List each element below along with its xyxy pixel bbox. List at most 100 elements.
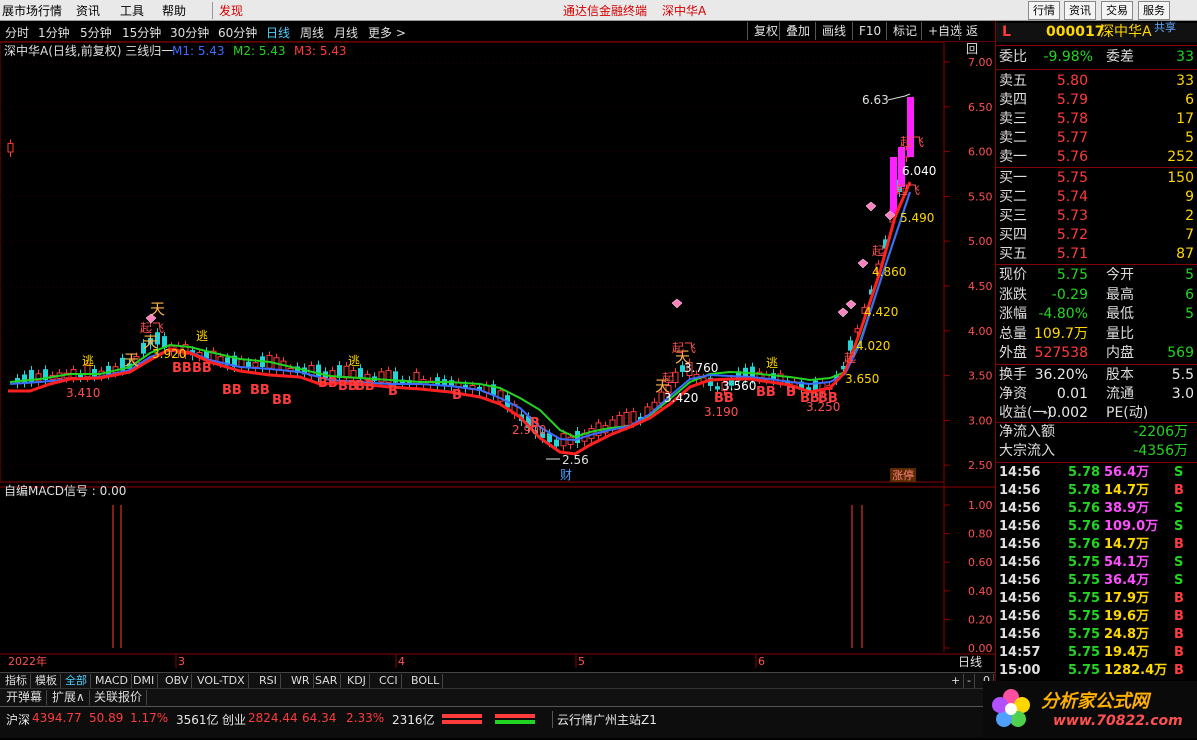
period-more[interactable]: 更多 >	[368, 24, 406, 41]
tick-time: 14:56	[999, 573, 1041, 588]
top-news-button[interactable]: 资讯	[1064, 1, 1096, 20]
stat-row: 外盘 527538 内盘 569	[996, 344, 1197, 363]
server-label[interactable]: 云行情广州主站Z1	[552, 711, 657, 728]
ask-row: 卖四 5.79 6	[996, 91, 1197, 110]
ask-label: 卖三	[999, 111, 1027, 127]
tick-row: 14:56 5.78 14.7万 B	[996, 482, 1197, 500]
menu-market[interactable]: 展市场行情	[2, 2, 62, 19]
indicator-tab-1[interactable]: 模板	[32, 674, 61, 688]
danmaku-button[interactable]: 开弹幕	[2, 690, 48, 705]
tick-volume: 19.6万	[1104, 609, 1150, 624]
related-quote-button[interactable]: 关联报价	[90, 690, 148, 705]
period-15min[interactable]: 15分钟	[122, 24, 161, 41]
bid-label: 买五	[999, 246, 1027, 262]
stat-label: 涨跌	[999, 286, 1027, 303]
menu-news[interactable]: 资讯	[76, 2, 100, 19]
price-axis-label: 6.00	[968, 146, 993, 159]
buy-signal-marker: B	[282, 393, 292, 408]
sub-chart-axis: 1.00 0.80 0.60 0.40 0.20 0.00	[944, 499, 993, 655]
f10-button[interactable]: F10	[852, 22, 887, 40]
top-quote-button[interactable]: 行情	[1028, 1, 1060, 20]
tick-row: 14:56 5.76 14.7万 B	[996, 536, 1197, 554]
period-5min[interactable]: 5分钟	[80, 24, 112, 41]
share-label[interactable]: 共享	[1154, 18, 1176, 37]
gem-icon	[671, 298, 683, 309]
mark-button[interactable]: 标记	[886, 22, 923, 40]
period-60min[interactable]: 60分钟	[218, 24, 257, 41]
period-30min[interactable]: 30分钟	[170, 24, 209, 41]
weicha-label: 委差	[1106, 49, 1134, 65]
price-axis-label: 3.50	[968, 370, 993, 383]
bid-row: 买二 5.74 9	[996, 188, 1197, 207]
stat-label: 量比	[1106, 325, 1134, 342]
overlay-button[interactable]: 叠加	[779, 22, 816, 40]
indicator-tab-0[interactable]: 指标	[2, 674, 31, 688]
indicator-tab-7[interactable]: RSI	[256, 674, 281, 688]
quote-header: L 000017 深中华A 共享	[996, 21, 1197, 42]
tick-price: 5.78	[1068, 483, 1101, 498]
tick-volume: 24.8万	[1104, 627, 1150, 642]
indicator-tab-8[interactable]: WR	[288, 674, 314, 688]
back-button[interactable]: 返回	[959, 22, 995, 56]
menu-discover[interactable]: 发现	[212, 2, 243, 19]
ask-price: 5.77	[1056, 130, 1088, 146]
tab-control-button[interactable]: -	[964, 674, 975, 688]
flow-value: -2206万	[1133, 424, 1188, 440]
menu-tools[interactable]: 工具	[120, 2, 144, 19]
period-toolbar: 分时 1分钟 5分钟 15分钟 30分钟 60分钟 日线 周线 月线 更多 > …	[0, 21, 995, 56]
start-marker: 起	[872, 244, 884, 258]
stat-value: 5.5	[1171, 367, 1194, 383]
sh-change: 50.89	[89, 711, 124, 725]
tick-direction: B	[1174, 483, 1184, 498]
tick-volume: 54.1万	[1104, 555, 1150, 570]
tick-row: 14:56 5.76 109.0万 S	[996, 518, 1197, 536]
indicator-tab-9[interactable]: SAR	[312, 674, 342, 688]
candle-body	[630, 411, 637, 424]
tick-price: 5.76	[1068, 501, 1101, 516]
gem-icons	[145, 201, 896, 324]
ask-row: 卖二 5.77 5	[996, 129, 1197, 148]
sub-axis-label: 0.00	[968, 642, 993, 655]
gem-icon	[865, 201, 877, 212]
menu-help[interactable]: 帮助	[162, 2, 186, 19]
indicator-tab-2[interactable]: 全部	[62, 674, 91, 688]
indicator-tab-3[interactable]: MACD	[92, 674, 132, 688]
stat-row: 换手 36.20% 股本 5.5	[996, 366, 1197, 385]
low-price-label: 2.56	[562, 453, 589, 467]
flow-label: 净流入额	[999, 424, 1055, 440]
period-daily[interactable]: 日线	[266, 24, 290, 41]
kline-chart[interactable]: 7.00 6.50 6.00 5.50 5.00 4.50 4.00 3.50 3.00 2.50…	[0, 42, 995, 672]
bid-price: 5.75	[1056, 170, 1088, 186]
indicator-tab-10[interactable]: KDJ	[344, 674, 370, 688]
period-monthly[interactable]: 月线	[334, 24, 358, 41]
tick-time: 14:57	[999, 645, 1041, 660]
stat-value: 3.0	[1171, 386, 1194, 402]
expand-button[interactable]: 扩展∧	[48, 690, 90, 705]
tab-control-button[interactable]: +	[948, 674, 965, 688]
indicator-tab-5[interactable]: OBV	[162, 674, 193, 688]
stock-code: 000017	[1046, 24, 1105, 40]
tick-price: 5.75	[1068, 573, 1101, 588]
period-weekly[interactable]: 周线	[300, 24, 324, 41]
stat-label: 总量	[999, 325, 1027, 342]
tick-direction: S	[1174, 501, 1184, 516]
flow-label: 大宗流入	[999, 443, 1055, 459]
buy-signal-marker: B	[272, 393, 282, 408]
indicator-tab-11[interactable]: CCI	[376, 674, 402, 688]
top-trade-button[interactable]: 交易	[1101, 1, 1133, 20]
indicator-tab-12[interactable]: BOLL	[408, 674, 444, 688]
tick-time: 14:56	[999, 591, 1041, 606]
tick-volume: 109.0万	[1104, 519, 1159, 534]
indicator-tab-6[interactable]: VOL-TDX	[194, 674, 249, 688]
tick-direction: B	[1174, 591, 1184, 606]
stat-row: 净资 0.01 流通 3.0	[996, 385, 1197, 404]
indicator-tab-4[interactable]: DMI	[130, 674, 159, 688]
period-timeshare[interactable]: 分时	[5, 24, 29, 41]
gem-icon	[857, 258, 869, 269]
period-1min[interactable]: 1分钟	[38, 24, 70, 41]
stat-value: 527538	[1034, 345, 1088, 361]
tick-direction: S	[1174, 519, 1184, 534]
price-label: 3.760	[684, 361, 718, 375]
draw-line-button[interactable]: 画线	[815, 22, 852, 40]
bid-volume: 7	[1185, 227, 1194, 243]
